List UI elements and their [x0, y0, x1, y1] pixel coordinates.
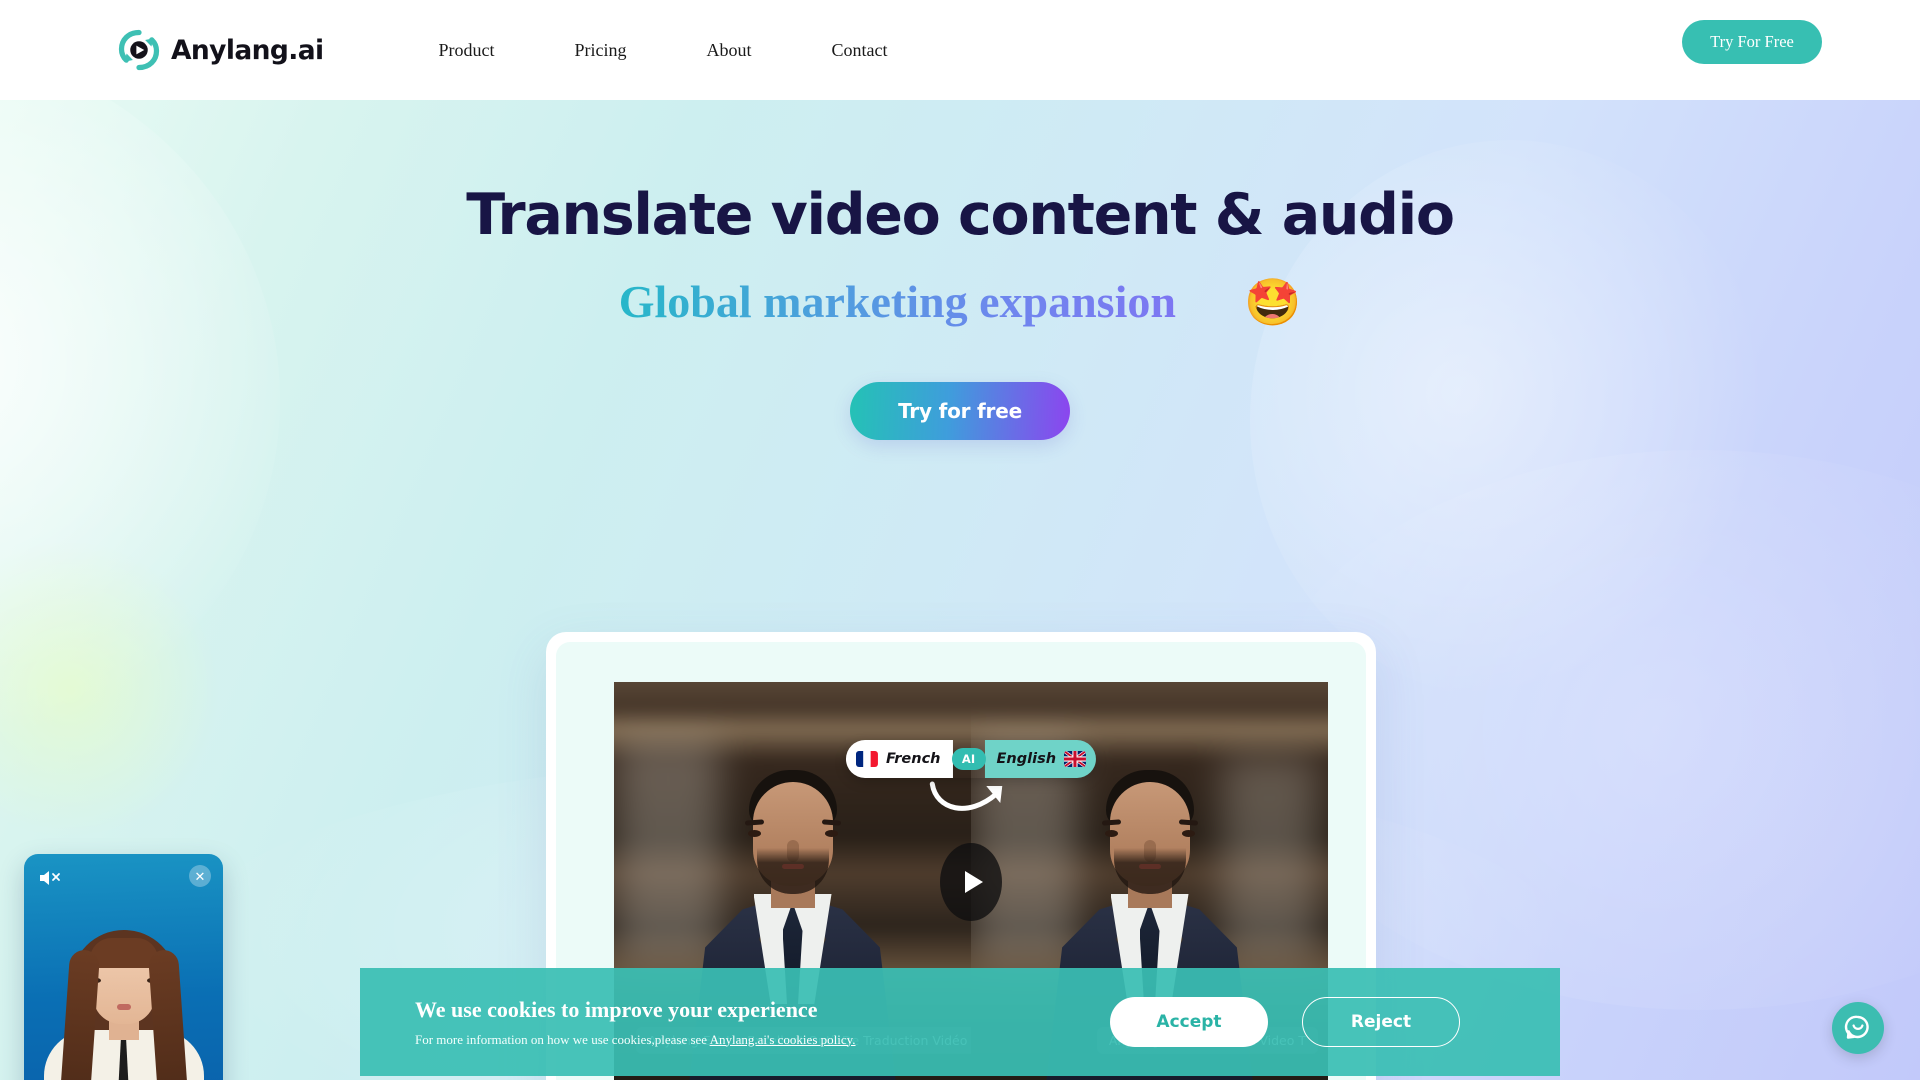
hero-subheadline: Global marketing expansion — [618, 276, 1176, 327]
refresh-play-logo-icon — [118, 29, 160, 71]
play-icon — [964, 871, 983, 893]
cookie-consent-banner: We use cookies to improve your experienc… — [360, 968, 1560, 1076]
hero-subheadline-row: Global marketing expansion 🤩 — [0, 275, 1920, 328]
cookie-text-block: We use cookies to improve your experienc… — [415, 997, 1110, 1048]
badge-source-language: French — [885, 751, 941, 767]
hero-headline: Translate video content & audio — [466, 182, 1455, 248]
hero-section: Translate video content & audio Global m… — [0, 100, 1920, 1080]
accept-cookies-button[interactable]: Accept — [1110, 997, 1268, 1047]
badge-source-side: French — [845, 740, 953, 778]
nav-item-about[interactable]: About — [706, 32, 751, 69]
presenter-woman-figure — [29, 900, 219, 1080]
badge-ai-pill: AI — [951, 748, 986, 770]
nav-item-contact[interactable]: Contact — [831, 32, 887, 69]
nav-item-product[interactable]: Product — [438, 32, 494, 69]
header-try-for-free-button[interactable]: Try For Free — [1682, 20, 1822, 64]
cookie-banner-description: For more information on how we use cooki… — [415, 1032, 1110, 1048]
site-header: Anylang.ai Product Pricing About Contact… — [0, 0, 1920, 100]
curved-arrow-icon — [926, 776, 1012, 822]
chat-support-button[interactable] — [1832, 1002, 1884, 1054]
close-icon[interactable]: ✕ — [189, 865, 211, 887]
play-button[interactable] — [940, 843, 1002, 921]
flag-france-icon — [855, 751, 878, 767]
language-translation-badge[interactable]: French AI English — [845, 740, 1097, 778]
nav-item-pricing[interactable]: Pricing — [574, 32, 626, 69]
main-nav: Product Pricing About Contact — [438, 32, 887, 69]
badge-target-side: English — [984, 740, 1097, 778]
logo-text: Anylang.ai — [171, 34, 324, 66]
cookie-banner-actions: Accept Reject — [1110, 997, 1460, 1047]
cookie-description-text: For more information on how we use cooki… — [415, 1031, 710, 1047]
cookie-policy-link[interactable]: Anylang.ai's cookies policy. — [710, 1032, 856, 1047]
hero-try-for-free-button[interactable]: Try for free — [850, 382, 1070, 440]
flag-uk-icon — [1064, 751, 1087, 767]
speaker-muted-icon[interactable] — [38, 868, 62, 888]
badge-target-language: English — [996, 751, 1057, 767]
chat-bubble-smile-icon — [1844, 1013, 1872, 1044]
reject-cookies-button[interactable]: Reject — [1302, 997, 1460, 1047]
star-struck-emoji-icon: 🤩 — [1243, 275, 1302, 328]
logo[interactable]: Anylang.ai — [118, 29, 324, 71]
floating-video-widget[interactable]: ✕ — [24, 854, 223, 1080]
background-blob — [0, 540, 220, 840]
cookie-banner-title: We use cookies to improve your experienc… — [415, 996, 818, 1022]
